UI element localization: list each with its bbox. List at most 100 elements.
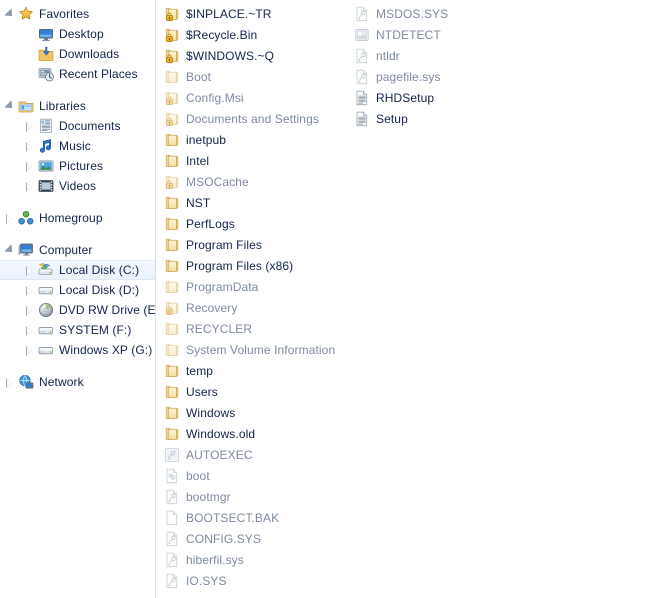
file-list-item[interactable]: IO.SYS [161,570,351,591]
expander-expanded-icon[interactable] [4,101,15,112]
navigation-pane[interactable]: Favorites Desktop Downloads Recent Places Li… [0,0,156,598]
file-list-item[interactable]: $Recycle.Bin [161,24,351,45]
file-list-item[interactable]: BOOTSECT.BAK [161,507,351,528]
expander-collapsed-icon[interactable] [24,265,35,276]
expander-collapsed-icon[interactable] [4,377,15,388]
file-list-item[interactable]: NST [161,192,351,213]
expander-none-icon[interactable] [24,49,35,60]
file-name: $WINDOWS.~Q [186,48,275,63]
sidebar-item-dvd-rw-drive-e-r[interactable]: DVD RW Drive (E:) R [0,300,155,320]
sidebar-item-local-disk-c[interactable]: Local Disk (C:) [0,260,155,280]
homegroup-icon [18,210,34,226]
file-list-item[interactable]: Setup [351,108,541,129]
sidebar-item-label: Downloads [59,47,120,61]
file-list-item[interactable]: bootmgr [161,486,351,507]
file-list-column-2: MSDOS.SYS NTDETECT ntldr pagefile.sys RHDSet… [351,3,541,129]
expander-collapsed-icon[interactable] [24,161,35,172]
file-list-item[interactable]: Windows.old [161,423,351,444]
file-list-item[interactable]: Program Files [161,234,351,255]
file-list-item[interactable]: Recovery [161,297,351,318]
file-list-item[interactable]: Config.Msi [161,87,351,108]
file-list-item[interactable]: CONFIG.SYS [161,528,351,549]
nav-group-libraries[interactable]: Libraries [0,96,155,116]
expander-collapsed-icon[interactable] [24,181,35,192]
file-name: BOOTSECT.BAK [186,510,280,525]
file-list-item[interactable]: Boot [161,66,351,87]
file-list-item[interactable]: temp [161,360,351,381]
sidebar-item-system-f[interactable]: SYSTEM (F:) [0,320,155,340]
music-library-icon [38,138,54,154]
expander-collapsed-icon[interactable] [24,325,35,336]
sidebar-item-desktop[interactable]: Desktop [0,24,155,44]
file-name: ProgramData [186,279,259,294]
file-name: RHDSetup [376,90,435,105]
network-icon [18,374,34,390]
file-list-pane[interactable]: $INPLACE.~TR $Recycle.Bin $WINDOWS.~Q Boot C… [156,0,645,598]
file-list-item[interactable]: hiberfil.sys [161,549,351,570]
locked-folder-icon [164,90,180,106]
drive-icon [38,322,54,338]
file-list-item[interactable]: pagefile.sys [351,66,541,87]
file-name: RECYCLER [186,321,253,336]
expander-expanded-icon[interactable] [4,245,15,256]
file-list-item[interactable]: AUTOEXEC [161,444,351,465]
file-list-item[interactable]: Program Files (x86) [161,255,351,276]
sidebar-item-label: Videos [59,179,97,193]
file-list-item[interactable]: $INPLACE.~TR [161,3,351,24]
file-list-item[interactable]: ProgramData [161,276,351,297]
file-name: AUTOEXEC [186,447,253,462]
file-name: $Recycle.Bin [186,27,258,42]
nav-group-label: Libraries [39,99,86,113]
file-list-item[interactable]: MSOCache [161,171,351,192]
expander-collapsed-icon[interactable] [24,345,35,356]
expander-expanded-icon[interactable] [4,9,15,20]
expander-collapsed-icon[interactable] [24,305,35,316]
file-list-item[interactable]: boot [161,465,351,486]
file-list-item[interactable]: ntldr [351,45,541,66]
sidebar-item-local-disk-d[interactable]: Local Disk (D:) [0,280,155,300]
file-list-item[interactable]: System Volume Information [161,339,351,360]
file-name: Recovery [186,300,238,315]
file-list-item[interactable]: Intel [161,150,351,171]
expander-collapsed-icon[interactable] [24,285,35,296]
file-list-item[interactable]: RECYCLER [161,318,351,339]
sidebar-item-pictures[interactable]: Pictures [0,156,155,176]
nav-group-favorites[interactable]: Favorites [0,4,155,24]
sidebar-item-label: Windows XP (G:) [59,343,153,357]
nav-group-network[interactable]: Network [0,372,155,392]
nav-group-computer[interactable]: Computer [0,240,155,260]
locked-folder-icon [164,6,180,22]
file-list-item[interactable]: $WINDOWS.~Q [161,45,351,66]
expander-none-icon[interactable] [24,69,35,80]
sidebar-item-recent-places[interactable]: Recent Places [0,64,155,84]
expander-collapsed-icon[interactable] [24,121,35,132]
sidebar-item-documents[interactable]: Documents [0,116,155,136]
locked-folder-icon [164,111,180,127]
file-list-item[interactable]: PerfLogs [161,213,351,234]
file-name: Windows [186,405,236,420]
sidebar-item-downloads[interactable]: Downloads [0,44,155,64]
file-name: $INPLACE.~TR [186,6,272,21]
file-list-item[interactable]: RHDSetup [351,87,541,108]
sidebar-item-music[interactable]: Music [0,136,155,156]
file-list-item[interactable]: Users [161,381,351,402]
drive-icon [38,282,54,298]
expander-collapsed-icon[interactable] [4,213,15,224]
sidebar-item-label: Documents [59,119,121,133]
file-list-item[interactable]: Documents and Settings [161,108,351,129]
nav-group-gap [0,84,155,96]
expander-collapsed-icon[interactable] [24,141,35,152]
sidebar-item-videos[interactable]: Videos [0,176,155,196]
system-file-icon [354,69,370,85]
sidebar-item-windows-xp-g[interactable]: Windows XP (G:) [0,340,155,360]
locked-folder-icon [164,27,180,43]
file-list-item[interactable]: NTDETECT [351,24,541,45]
nav-group-homegroup[interactable]: Homegroup [0,208,155,228]
file-list-item[interactable]: MSDOS.SYS [351,3,541,24]
sidebar-item-label: SYSTEM (F:) [59,323,132,337]
file-list-item[interactable]: inetpub [161,129,351,150]
sidebar-item-label: Desktop [59,27,104,41]
expander-none-icon[interactable] [24,29,35,40]
folder-icon [164,279,180,295]
file-list-item[interactable]: Windows [161,402,351,423]
